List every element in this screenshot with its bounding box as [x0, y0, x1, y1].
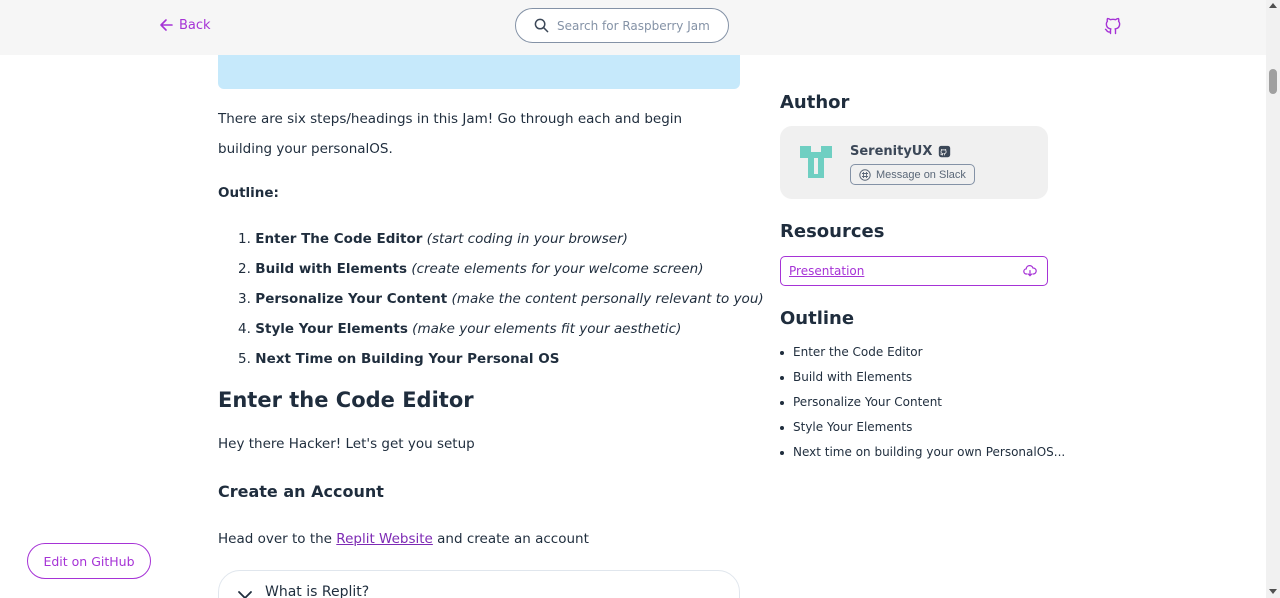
scroll-thumb[interactable]	[1269, 69, 1277, 94]
step-note: (start coding in your browser)	[426, 231, 628, 247]
head-over-prefix: Head over to the	[218, 531, 332, 547]
search-box[interactable]	[515, 8, 729, 43]
toc-item[interactable]: Personalize Your Content	[780, 390, 1065, 415]
toc-item[interactable]: Next time on building your own PersonalO…	[780, 440, 1065, 465]
slack-icon	[859, 168, 871, 181]
list-item: 5. Next Time on Building Your Personal O…	[238, 347, 764, 377]
cloud-download-icon	[1023, 265, 1037, 277]
top-header: Back	[0, 0, 1266, 55]
message-on-slack-button[interactable]: Message on Slack	[850, 164, 975, 185]
steps-list: 1. Enter The Code Editor (start coding i…	[238, 227, 764, 377]
scroll-down-arrow[interactable]	[1269, 589, 1277, 594]
step-note: (create elements for your welcome screen…	[411, 261, 704, 277]
create-account-paragraph: Head over to the Replit Website and crea…	[218, 531, 589, 547]
step-name: Build with Elements	[255, 261, 408, 277]
toc-item[interactable]: Style Your Elements	[780, 415, 1065, 440]
list-item: 1. Enter The Code Editor (start coding i…	[238, 227, 764, 257]
outline-toc: Enter the Code Editor Build with Element…	[780, 340, 1065, 465]
section-heading: Enter the Code Editor	[218, 388, 474, 412]
subsection-heading: Create an Account	[218, 482, 384, 501]
search-icon	[534, 18, 549, 33]
list-item: 4. Style Your Elements (make your elemen…	[238, 317, 764, 347]
step-name: Next Time on Building Your Personal OS	[255, 351, 560, 367]
section-intro: Hey there Hacker! Let's get you setup	[218, 436, 475, 452]
step-number: 3.	[238, 291, 251, 307]
step-number: 1.	[238, 231, 251, 247]
toc-item[interactable]: Build with Elements	[780, 365, 1065, 390]
page-scrollbar[interactable]	[1266, 0, 1280, 598]
scroll-up-arrow[interactable]	[1269, 3, 1277, 8]
toc-item[interactable]: Enter the Code Editor	[780, 340, 1065, 365]
slack-label: Message on Slack	[876, 168, 966, 181]
chevron-down-icon	[238, 591, 252, 598]
resource-label: Presentation	[789, 264, 865, 278]
step-name: Style Your Elements	[255, 321, 408, 337]
github-icon	[1104, 17, 1121, 35]
back-label: Back	[179, 17, 211, 33]
github-icon[interactable]	[938, 145, 951, 158]
step-number: 5.	[238, 351, 251, 367]
step-name: Personalize Your Content	[255, 291, 448, 307]
step-note: (make the content personally relevant to…	[451, 291, 764, 307]
replit-website-link[interactable]: Replit Website	[336, 531, 433, 547]
presentation-resource-link[interactable]: Presentation	[780, 256, 1048, 286]
arrow-left-icon	[160, 19, 173, 31]
step-number: 4.	[238, 321, 251, 337]
author-card: SerenityUX Message on Slack	[780, 126, 1048, 199]
list-item: 3. Personalize Your Content (make the co…	[238, 287, 764, 317]
avatar	[800, 146, 832, 178]
back-link[interactable]: Back	[158, 17, 211, 33]
resources-heading: Resources	[780, 221, 885, 242]
head-over-suffix: and create an account	[437, 531, 589, 547]
intro-paragraph: There are six steps/headings in this Jam…	[218, 111, 683, 157]
search-input[interactable]	[557, 18, 727, 33]
outline-heading: Outline	[780, 308, 855, 329]
accordion-title: What is Replit?	[265, 584, 370, 598]
edit-on-github-button[interactable]: Edit on GitHub	[27, 543, 151, 579]
step-note: (make your elements fit your aesthetic)	[412, 321, 682, 337]
github-link[interactable]	[1103, 15, 1123, 41]
outline-label: Outline:	[218, 185, 279, 201]
step-number: 2.	[238, 261, 251, 277]
list-item: 2. Build with Elements (create elements …	[238, 257, 764, 287]
author-name[interactable]: SerenityUX	[850, 144, 932, 159]
author-name-row: SerenityUX	[850, 144, 951, 159]
step-name: Enter The Code Editor	[255, 231, 423, 247]
author-heading: Author	[780, 92, 850, 113]
what-is-replit-accordion[interactable]: What is Replit?	[218, 570, 740, 598]
